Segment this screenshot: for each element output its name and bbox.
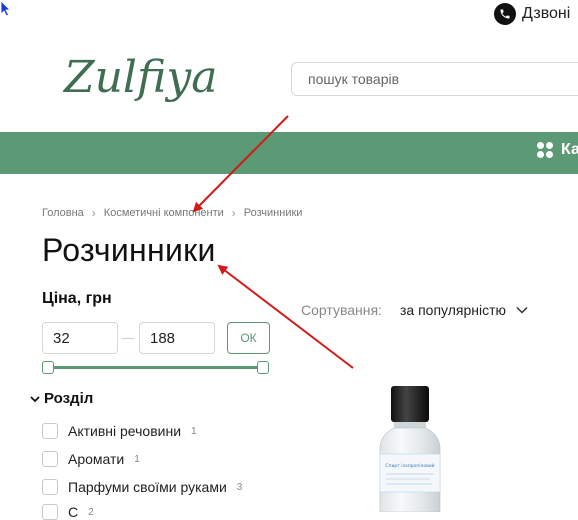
product-image-bottle[interactable]: Спирт ізопропіловий [374,384,446,512]
breadcrumb-home[interactable]: Головна [42,207,84,219]
filter-option[interactable]: Аромати 1 [42,451,140,467]
price-slider-handle-max[interactable] [257,361,269,374]
filter-option-count: 1 [191,425,197,437]
filter-option[interactable]: С2 [42,504,94,520]
catalog-button[interactable]: Ка [537,141,578,159]
phone-callback-link[interactable]: Дзвоні [494,3,570,25]
section-filter-title: Розділ [44,390,94,407]
breadcrumb-category[interactable]: Косметичні компоненти [104,207,224,219]
breadcrumb: Головна › Косметичні компоненти › Розчин… [42,206,302,220]
catalog-grid-icon [537,142,553,158]
price-filter-label: Ціна, грн [42,290,112,307]
price-range-dash [122,338,134,339]
filter-checkbox[interactable] [42,451,58,467]
price-min-input[interactable] [42,322,118,354]
phone-label: Дзвоні [522,5,571,22]
filter-checkbox[interactable] [42,423,58,439]
sort-dropdown[interactable]: за популярністю [400,302,528,318]
logo-text: Zulfiya [62,52,217,103]
sort-label: Сортування: [301,302,382,318]
filter-option-count: 1 [134,453,140,465]
product-label-text: Спирт ізопропіловий [385,462,434,469]
sort-selected-value: за популярністю [400,302,507,318]
site-logo[interactable]: Zulfiya [62,44,242,110]
main-navbar: Ка [0,132,578,174]
section-filter-toggle[interactable]: Розділ [30,390,93,407]
filter-checkbox[interactable] [42,479,58,495]
filter-option-count: 2 [88,506,94,518]
filter-option-label: Аромати [68,451,125,467]
chevron-down-icon [30,395,40,402]
filter-option-label: Активні речовини [68,423,182,439]
filter-option-count: 3 [236,481,243,493]
phone-icon [494,3,516,25]
filter-option[interactable]: Активні речовини 1 [42,423,197,439]
filter-option[interactable]: Парфуми своїми руками 3 [42,479,242,495]
breadcrumb-current: Розчинники [243,207,303,219]
chevron-right-icon: › [91,206,96,220]
price-slider-track[interactable] [48,366,264,369]
chevron-right-icon: › [231,206,236,220]
price-max-input[interactable] [139,322,215,354]
search-box[interactable] [291,62,578,96]
filter-option-label: Парфуми своїми руками [68,479,227,495]
filter-checkbox[interactable] [42,504,58,520]
search-input[interactable] [292,63,578,95]
filter-option-label: С [68,504,79,520]
catalog-label: Ка [561,141,578,158]
mouse-cursor-icon [0,0,11,17]
price-slider-handle-min[interactable] [42,361,54,374]
price-apply-button[interactable]: ОК [227,322,270,354]
page-title: Розчинники [42,232,216,268]
chevron-down-icon [516,306,528,314]
